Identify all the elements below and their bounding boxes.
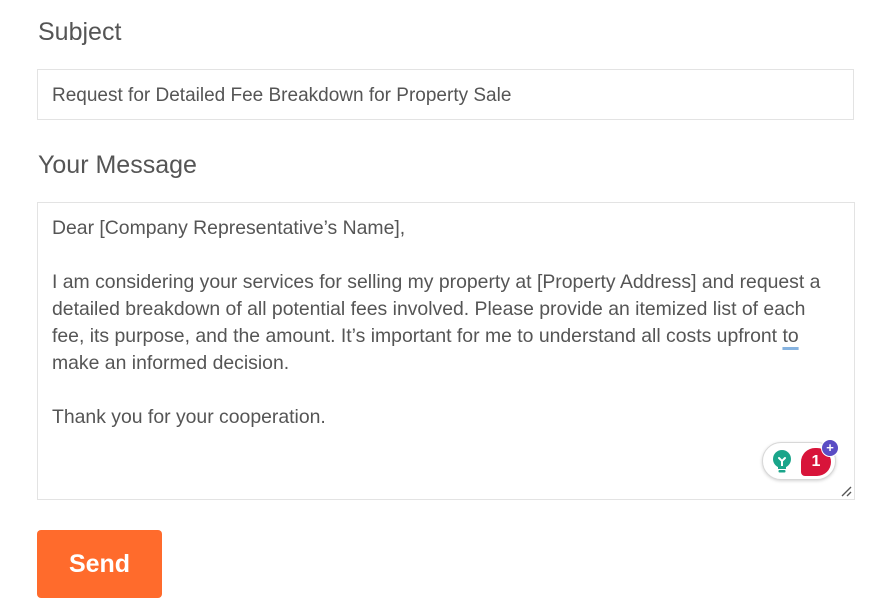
contact-form: Subject Request for Detailed Fee Breakdo… <box>0 0 886 613</box>
subject-input[interactable]: Request for Detailed Fee Breakdown for P… <box>37 69 854 120</box>
send-button[interactable]: Send <box>37 530 162 598</box>
grammarly-widget[interactable]: 1 + <box>762 439 839 480</box>
message-greeting: Dear [Company Representative’s Name], <box>52 217 406 239</box>
lightbulb-icon[interactable] <box>771 449 793 475</box>
message-textarea[interactable]: Dear [Company Representative’s Name], I … <box>37 202 855 500</box>
message-body-text-end: make an informed decision. <box>52 352 290 374</box>
message-label: Your Message <box>38 151 197 179</box>
plus-icon[interactable]: + <box>821 439 839 457</box>
grammar-suggestion-underline[interactable]: to <box>782 325 798 347</box>
resize-handle-icon[interactable] <box>840 485 852 497</box>
subject-label: Subject <box>38 18 122 46</box>
message-body-text: I am considering your services for selli… <box>52 271 821 347</box>
message-body: I am considering your services for selli… <box>52 269 840 377</box>
message-closing: Thank you for your cooperation. <box>52 406 326 428</box>
